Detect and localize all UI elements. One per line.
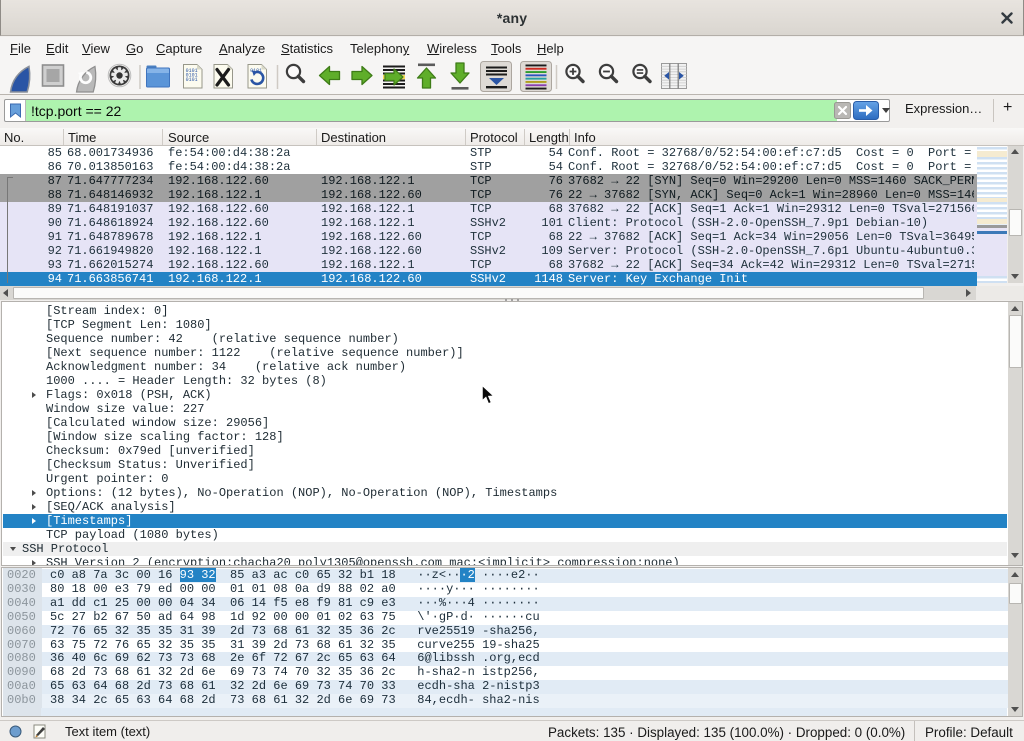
svg-text:0101: 0101 bbox=[186, 77, 198, 83]
